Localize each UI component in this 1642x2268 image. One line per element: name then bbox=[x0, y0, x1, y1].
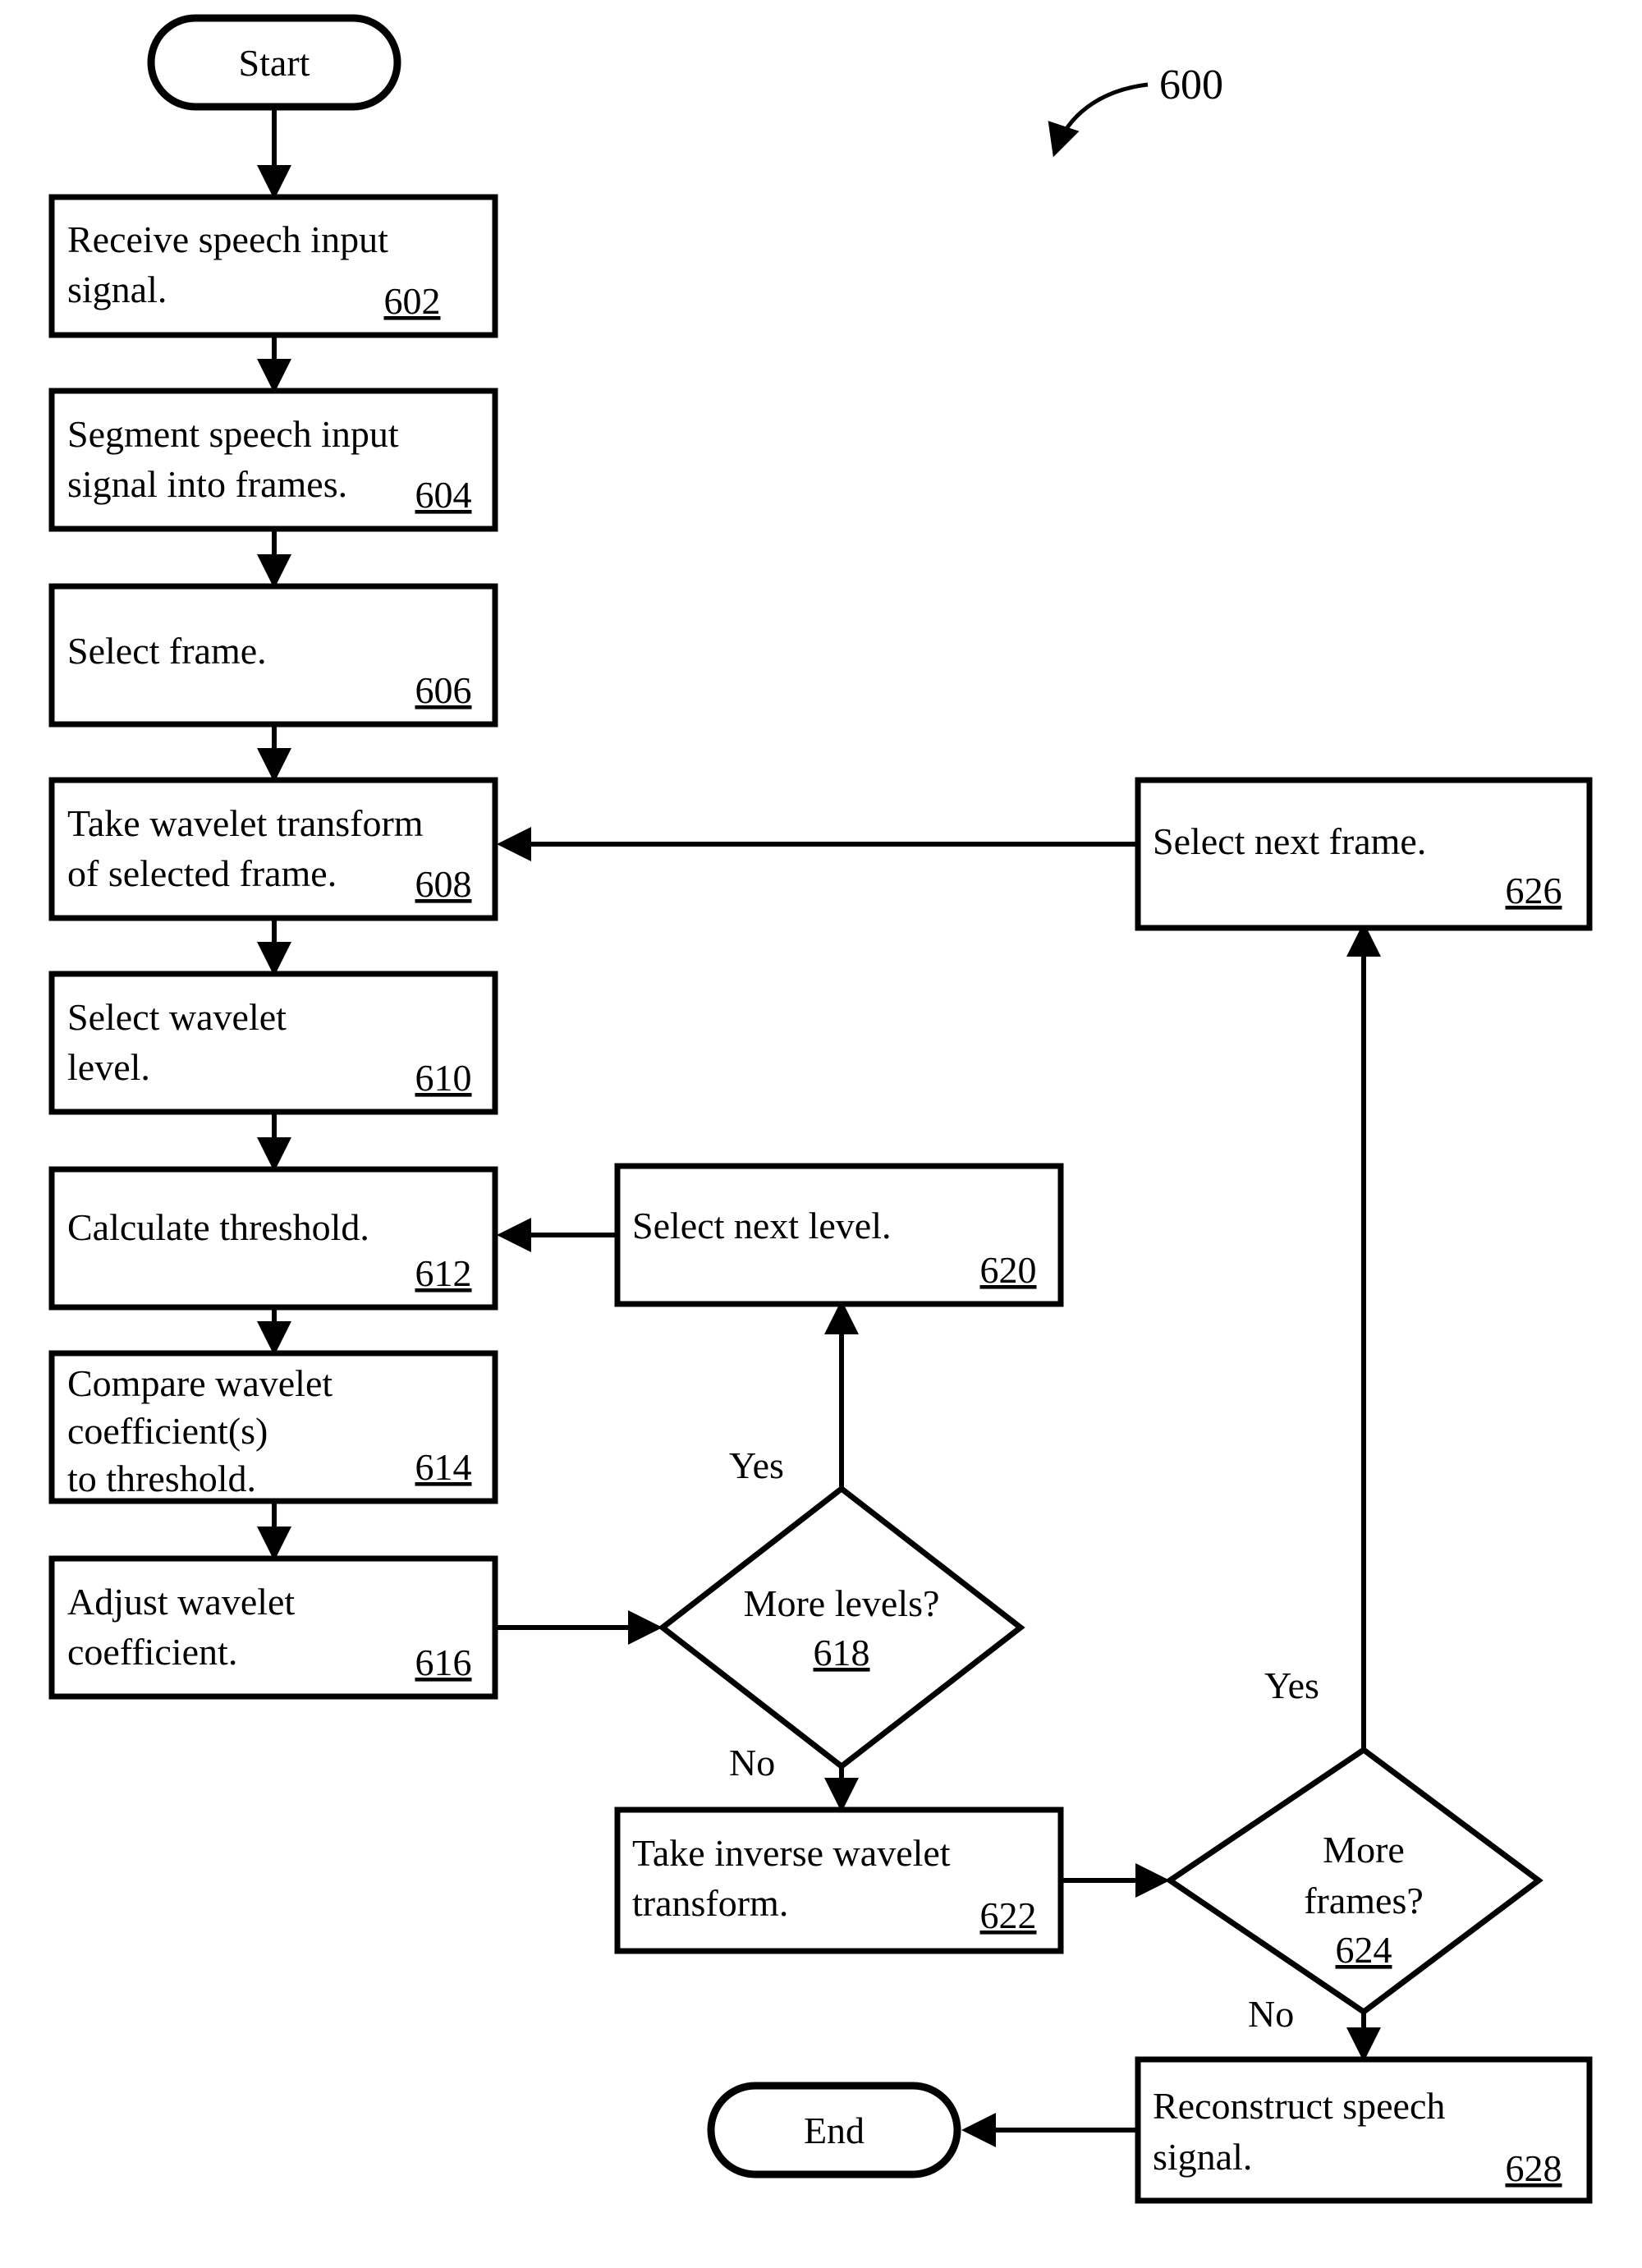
node-608-ref: 608 bbox=[415, 863, 472, 905]
node-628-line-1: signal. bbox=[1153, 2136, 1252, 2178]
node-614-line-1: coefficient(s) bbox=[67, 1410, 268, 1452]
edge-label-levels-no: No bbox=[729, 1742, 775, 1784]
figure-reference-600: 600 bbox=[1048, 62, 1223, 158]
node-622-ref: 622 bbox=[980, 1894, 1037, 1936]
node-604-line-1: signal into frames. bbox=[67, 463, 347, 505]
node-622-line-0: Take inverse wavelet bbox=[632, 1832, 951, 1874]
node-622: Take inverse wavelet transform. 622 bbox=[614, 1807, 1064, 1954]
node-614: Compare wavelet coefficient(s) to thresh… bbox=[48, 1350, 498, 1504]
node-628-line-0: Reconstruct speech bbox=[1153, 2085, 1445, 2127]
node-608: Take wavelet transform of selected frame… bbox=[48, 777, 498, 921]
node-606: Select frame. 606 bbox=[48, 583, 498, 728]
flowchart-figure: Start Receive speech input signal. 602 S… bbox=[0, 0, 1642, 2268]
node-602-line-1: signal. bbox=[67, 269, 167, 310]
node-618-line-0: More levels? bbox=[744, 1582, 940, 1624]
node-608-line-1: of selected frame. bbox=[67, 852, 337, 894]
node-618-ref: 618 bbox=[814, 1632, 870, 1673]
node-628-ref: 628 bbox=[1506, 2147, 1562, 2189]
node-606-ref: 606 bbox=[415, 669, 472, 711]
edge-label-levels-yes: Yes bbox=[729, 1444, 784, 1486]
node-624-line-0: More bbox=[1323, 1829, 1405, 1871]
figure-reference-label: 600 bbox=[1159, 62, 1223, 108]
node-610-ref: 610 bbox=[415, 1057, 472, 1099]
node-602: Receive speech input signal. 602 bbox=[48, 194, 498, 338]
node-626-ref: 626 bbox=[1506, 870, 1562, 911]
node-602-line-0: Receive speech input bbox=[67, 218, 388, 260]
node-620-ref: 620 bbox=[980, 1249, 1037, 1291]
edge-label-frames-no: No bbox=[1248, 1993, 1294, 2035]
node-604-ref: 604 bbox=[415, 474, 472, 516]
node-624-ref: 624 bbox=[1336, 1929, 1392, 1971]
end-label: End bbox=[804, 2110, 865, 2151]
node-618-shape bbox=[658, 1485, 1025, 1770]
node-end: End bbox=[707, 2082, 961, 2178]
node-614-line-0: Compare wavelet bbox=[67, 1362, 333, 1404]
node-602-ref: 602 bbox=[384, 280, 441, 322]
node-612-line-0: Calculate threshold. bbox=[67, 1206, 369, 1248]
node-626: Select next frame. 626 bbox=[1135, 777, 1593, 931]
node-624: More frames? 624 bbox=[1164, 1746, 1543, 2016]
node-622-line-1: transform. bbox=[632, 1882, 788, 1924]
start-label: Start bbox=[239, 42, 310, 84]
node-618: More levels? 618 bbox=[658, 1485, 1025, 1770]
node-604-line-0: Segment speech input bbox=[67, 413, 399, 455]
node-start: Start bbox=[147, 14, 401, 111]
node-608-line-0: Take wavelet transform bbox=[67, 802, 424, 844]
node-616: Adjust wavelet coefficient. 616 bbox=[48, 1555, 498, 1700]
node-624-line-1: frames? bbox=[1304, 1880, 1424, 1921]
node-614-ref: 614 bbox=[415, 1446, 472, 1488]
node-612-ref: 612 bbox=[415, 1252, 472, 1294]
node-604: Segment speech input signal into frames.… bbox=[48, 388, 498, 532]
edge-label-frames-yes: Yes bbox=[1264, 1664, 1319, 1706]
node-616-line-1: coefficient. bbox=[67, 1631, 237, 1673]
node-616-ref: 616 bbox=[415, 1641, 472, 1683]
node-628: Reconstruct speech signal. 628 bbox=[1135, 2056, 1593, 2204]
node-620-line-0: Select next level. bbox=[632, 1205, 892, 1246]
node-610-line-0: Select wavelet bbox=[67, 996, 287, 1038]
node-614-line-2: to threshold. bbox=[67, 1458, 256, 1499]
node-616-line-0: Adjust wavelet bbox=[67, 1581, 295, 1623]
flowchart-canvas: Start Receive speech input signal. 602 S… bbox=[48, 14, 1593, 2204]
node-620: Select next level. 620 bbox=[614, 1163, 1064, 1307]
figure-reference-leader-arrow bbox=[1048, 82, 1149, 158]
node-626-line-0: Select next frame. bbox=[1153, 820, 1426, 862]
node-610-line-1: level. bbox=[67, 1046, 150, 1088]
node-606-line-0: Select frame. bbox=[67, 630, 267, 672]
node-610: Select wavelet level. 610 bbox=[48, 971, 498, 1115]
node-612: Calculate threshold. 612 bbox=[48, 1166, 498, 1311]
